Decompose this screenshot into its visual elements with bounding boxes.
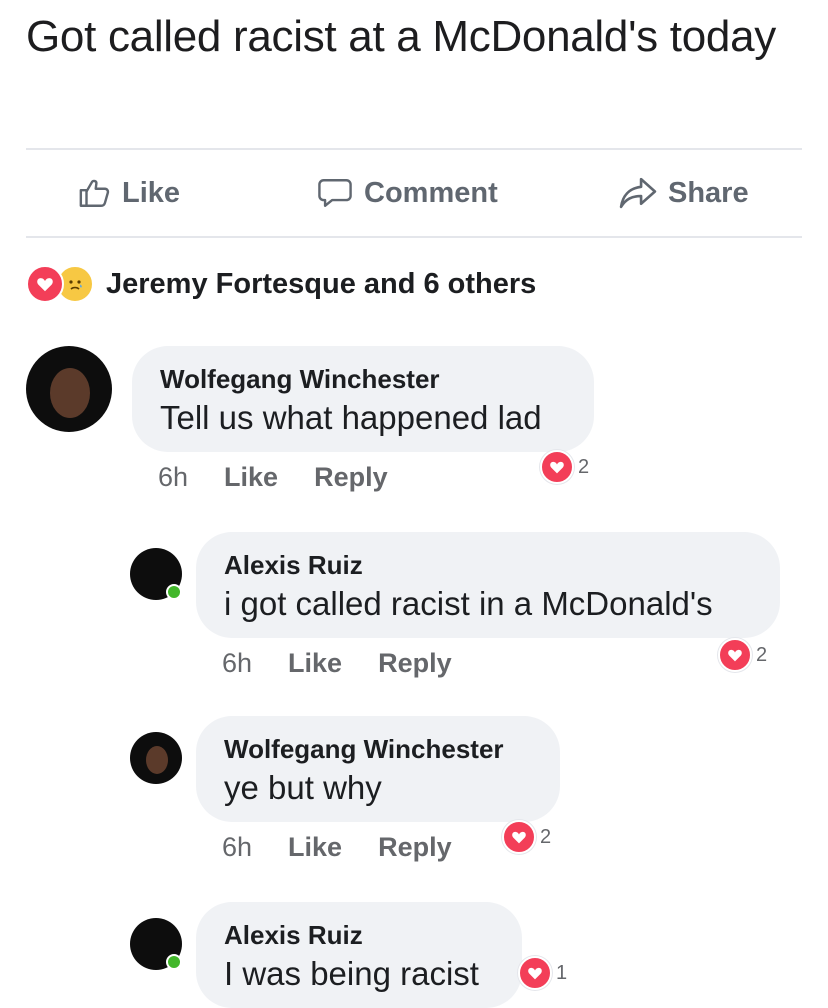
comment-icon <box>316 176 354 210</box>
comment-reply-link[interactable]: Reply <box>378 648 452 679</box>
reaction-count: 1 <box>556 961 568 984</box>
comment-reaction-badge[interactable]: 1 <box>518 956 567 990</box>
comment-time[interactable]: 6h <box>222 648 252 679</box>
online-status-dot <box>166 954 182 970</box>
post-text: Got called racist at a McDonald's today <box>26 12 776 61</box>
reaction-count: 2 <box>540 825 552 848</box>
divider-bottom <box>26 236 802 238</box>
comment-reply-link[interactable]: Reply <box>314 462 388 493</box>
divider-top <box>26 148 802 150</box>
reaction-count: 2 <box>756 643 768 666</box>
comment-text: ye but why <box>224 769 382 806</box>
comment-meta: 6h Like Reply <box>158 462 388 493</box>
like-button[interactable]: Like <box>78 170 180 216</box>
comment-reaction-badge[interactable]: 2 <box>502 820 551 854</box>
reaction-summary-label: Jeremy Fortesque and 6 others <box>106 267 537 300</box>
comment-like-link[interactable]: Like <box>224 462 278 493</box>
comment-bubble: Alexis Ruiz I was being racist <box>196 902 522 1008</box>
comment-text: I was being racist <box>224 955 479 992</box>
reaction-count: 2 <box>578 455 590 478</box>
comment-button-label: Comment <box>364 176 498 209</box>
comment-like-link[interactable]: Like <box>288 832 342 863</box>
comment-text: i got called racist in a McDonald's <box>224 585 713 622</box>
comment-author[interactable]: Wolfegang Winchester <box>160 362 566 396</box>
comment-reaction-badge[interactable]: 2 <box>718 638 767 672</box>
love-reaction-icon <box>26 265 64 303</box>
heart-icon <box>518 956 552 990</box>
comment-meta: 6h Like Reply <box>222 648 452 679</box>
comment-button[interactable]: Comment <box>316 170 498 216</box>
comment-bubble: Wolfegang Winchester ye but why <box>196 716 560 822</box>
share-button[interactable]: Share <box>618 170 749 216</box>
share-icon <box>618 176 658 210</box>
thumbs-up-icon <box>78 176 112 210</box>
comment-text: Tell us what happened lad <box>160 399 542 436</box>
comment-bubble: Alexis Ruiz i got called racist in a McD… <box>196 532 780 638</box>
comment-meta: 6h Like Reply <box>222 832 452 863</box>
comment-reply-link[interactable]: Reply <box>378 832 452 863</box>
comment-time[interactable]: 6h <box>222 832 252 863</box>
reaction-summary[interactable]: Jeremy Fortesque and 6 others <box>26 262 536 306</box>
avatar[interactable] <box>130 732 182 784</box>
comment-like-link[interactable]: Like <box>288 648 342 679</box>
like-button-label: Like <box>122 176 181 209</box>
online-status-dot <box>166 584 182 600</box>
heart-icon <box>502 820 536 854</box>
heart-icon <box>540 450 574 484</box>
comment-author[interactable]: Alexis Ruiz <box>224 548 752 582</box>
comment-time[interactable]: 6h <box>158 462 188 493</box>
share-button-label: Share <box>668 176 749 209</box>
comment-author[interactable]: Alexis Ruiz <box>224 918 494 952</box>
comment-reaction-badge[interactable]: 2 <box>540 450 589 484</box>
heart-icon <box>718 638 752 672</box>
comment-bubble: Wolfegang Winchester Tell us what happen… <box>132 346 594 452</box>
avatar[interactable] <box>26 346 112 432</box>
comment-author[interactable]: Wolfegang Winchester <box>224 732 532 766</box>
